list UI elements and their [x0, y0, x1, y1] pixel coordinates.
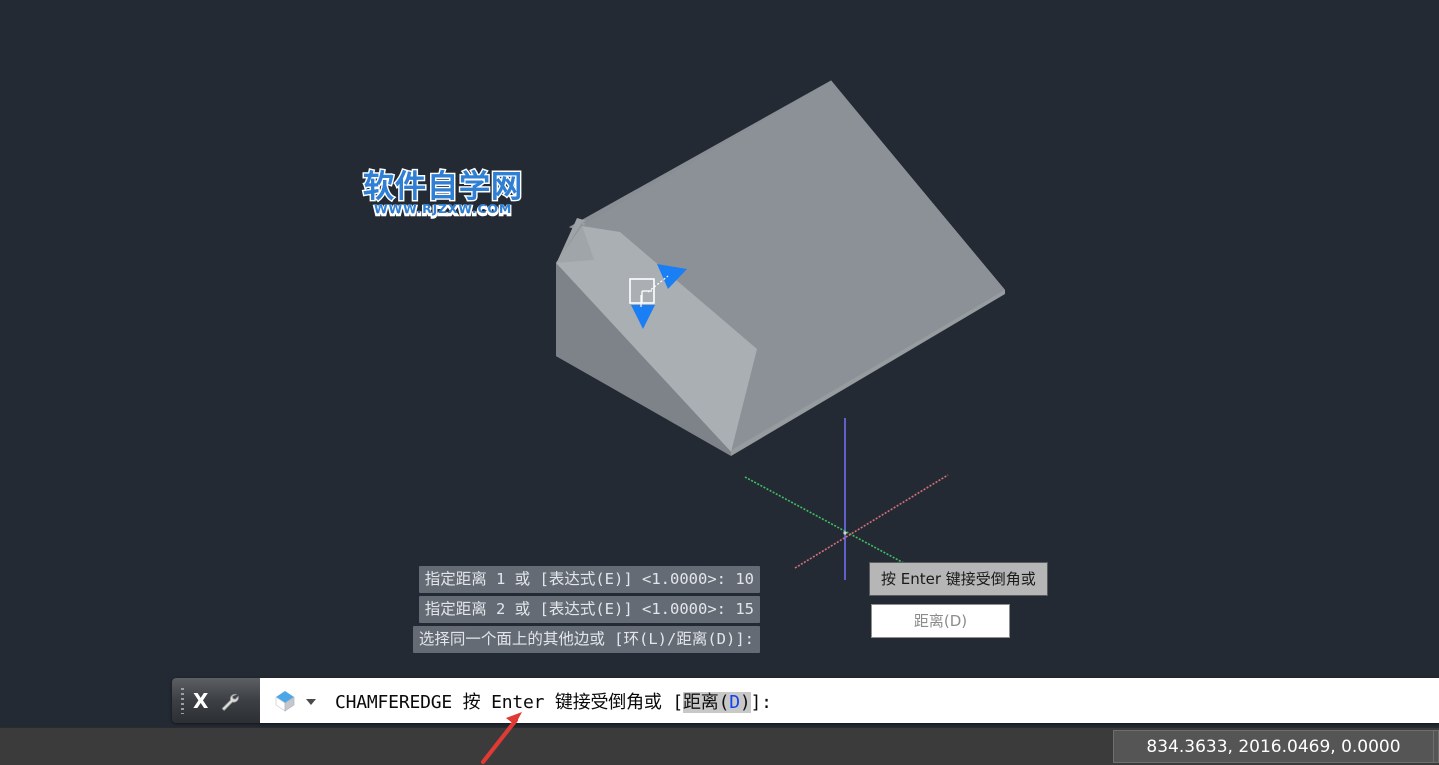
solid-render — [556, 81, 1005, 456]
command-history-overlay: 指定距离 1 或 [表达式(E)] <1.0000>: 10 指定距离 2 或 … — [0, 566, 760, 656]
command-prompt-after: ]: — [750, 691, 772, 713]
solid-box-icon[interactable] — [272, 688, 298, 714]
command-prompt-before: 按 Enter 键接受倒角或 [ — [452, 691, 684, 713]
drag-handle-dots[interactable] — [181, 687, 184, 714]
wrench-icon[interactable] — [217, 689, 241, 713]
command-name: CHAMFEREDGE — [335, 691, 453, 713]
option-hotkey: D — [729, 691, 740, 713]
chevron-down-icon[interactable] — [306, 698, 316, 705]
dynamic-input-tooltip[interactable]: 按 Enter 键接受倒角或 距离(D) — [869, 562, 1048, 638]
command-line-bar[interactable]: X CHAMFEREDGE 按 Enter 键接受倒角或 [距离(D)]: — [172, 678, 1439, 723]
close-icon[interactable]: X — [193, 691, 208, 711]
history-line: 选择同一个面上的其他边或 [环(L)/距离(D)]: — [412, 626, 760, 653]
coordinate-readout[interactable]: 834.3633, 2016.0469, 0.0000 — [1113, 730, 1433, 763]
dynamic-input-option-distance[interactable]: 距离(D) — [871, 604, 1010, 638]
drawing-canvas[interactable]: 软件自学网 软件自学网 WWW.RJZXW.COM WWW.RJZXW.COM … — [0, 0, 1439, 765]
dynamic-input-prompt: 按 Enter 键接受倒角或 — [869, 562, 1048, 596]
command-input-area[interactable]: CHAMFEREDGE 按 Enter 键接受倒角或 [距离(D)]: — [260, 678, 1439, 723]
command-prompt-text: CHAMFEREDGE 按 Enter 键接受倒角或 [距离(D)]: — [335, 688, 772, 714]
command-option-distance[interactable]: 距离(D) — [682, 691, 751, 713]
command-line-grip[interactable]: X — [172, 678, 260, 723]
autocad-window: 软件自学网 软件自学网 WWW.RJZXW.COM WWW.RJZXW.COM … — [0, 0, 1439, 765]
status-bar-grip-right[interactable] — [1433, 730, 1439, 763]
history-line: 指定距离 2 或 [表达式(E)] <1.0000>: 15 — [418, 596, 760, 623]
history-line: 指定距离 1 或 [表达式(E)] <1.0000>: 10 — [418, 566, 760, 593]
